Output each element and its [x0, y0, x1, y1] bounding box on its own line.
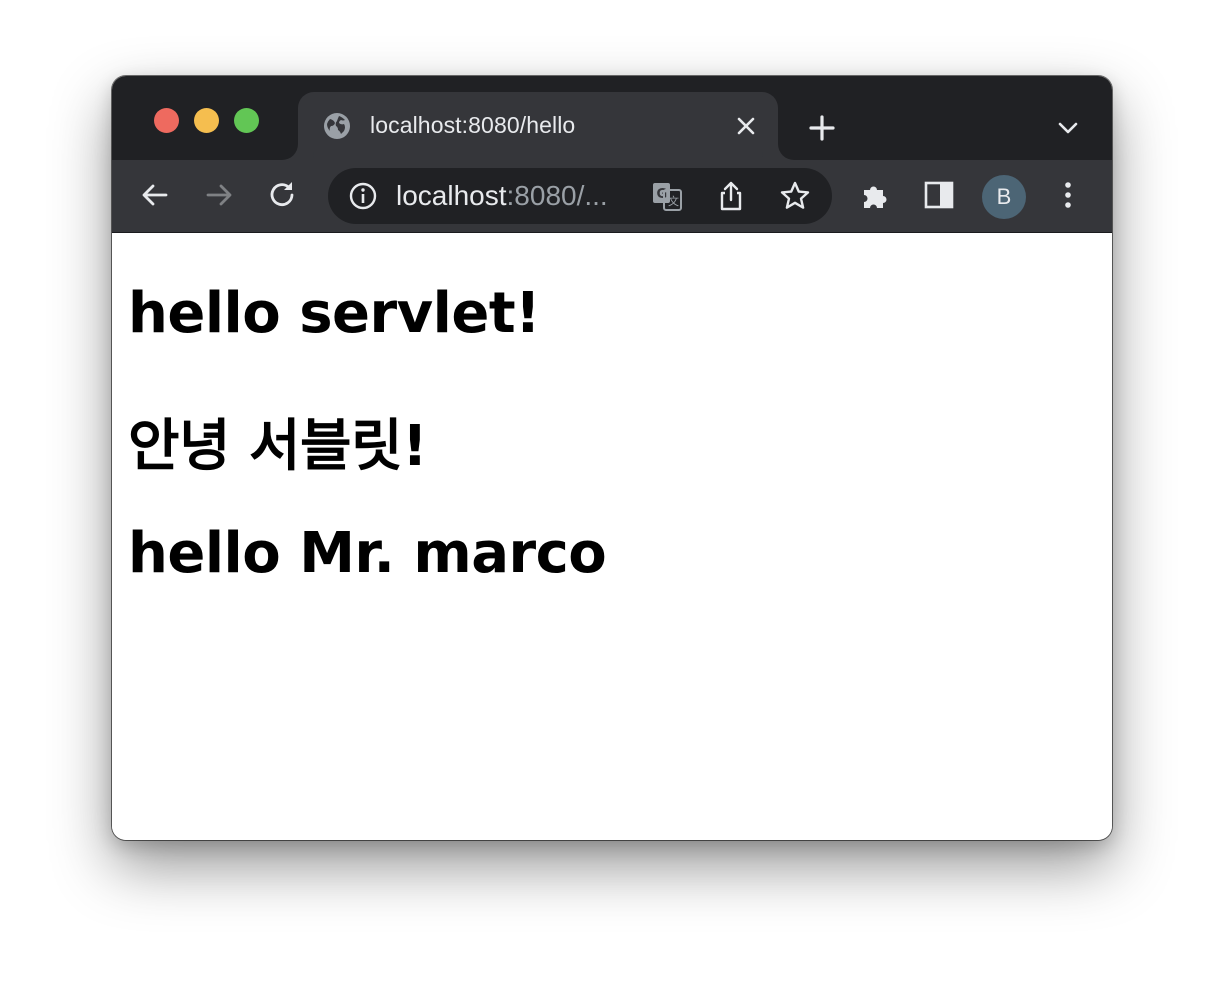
avatar[interactable]: B — [982, 175, 1026, 219]
toolbar: localhost:8080/... G 文 B — [112, 160, 1112, 233]
minimize-window-button[interactable] — [194, 108, 219, 133]
heading-hello-user: hello Mr. marco — [128, 521, 607, 586]
arrow-left-icon[interactable] — [138, 178, 172, 212]
url-rest: :8080/... — [506, 180, 608, 211]
kebab-menu-icon[interactable] — [1051, 178, 1085, 212]
share-icon[interactable] — [714, 179, 748, 213]
address-bar[interactable]: localhost:8080/... G 文 — [328, 168, 832, 224]
browser-window: localhost:8080/hello localhost:8080/... … — [112, 76, 1112, 840]
screenshot-stage: localhost:8080/hello localhost:8080/... … — [0, 0, 1224, 988]
info-icon[interactable] — [348, 181, 378, 211]
close-window-button[interactable] — [154, 108, 179, 133]
tab-active[interactable]: localhost:8080/hello — [298, 92, 778, 160]
chevron-down-icon[interactable] — [1056, 116, 1080, 140]
heading-korean-greeting: 안녕 서블릿! — [128, 414, 428, 479]
globe-icon — [322, 111, 352, 141]
page-content: hello servlet! 안녕 서블릿! hello Mr. marco — [112, 233, 1112, 840]
tab-strip: localhost:8080/hello — [112, 76, 1112, 160]
side-panel-icon[interactable] — [922, 178, 956, 212]
arrow-right-icon[interactable] — [202, 178, 236, 212]
translate-icon[interactable]: G 文 — [650, 179, 684, 213]
plus-icon[interactable] — [806, 112, 838, 144]
star-icon[interactable] — [778, 179, 812, 213]
tab-title: localhost:8080/hello — [370, 112, 576, 138]
url-text[interactable]: localhost:8080/... — [396, 180, 608, 212]
close-icon[interactable] — [734, 114, 758, 138]
zoom-window-button[interactable] — [234, 108, 259, 133]
svg-text:文: 文 — [668, 194, 679, 208]
heading-hello-servlet: hello servlet! — [128, 281, 541, 346]
url-host: localhost — [396, 180, 507, 211]
puzzle-icon[interactable] — [858, 178, 892, 212]
reload-icon[interactable] — [266, 178, 300, 212]
